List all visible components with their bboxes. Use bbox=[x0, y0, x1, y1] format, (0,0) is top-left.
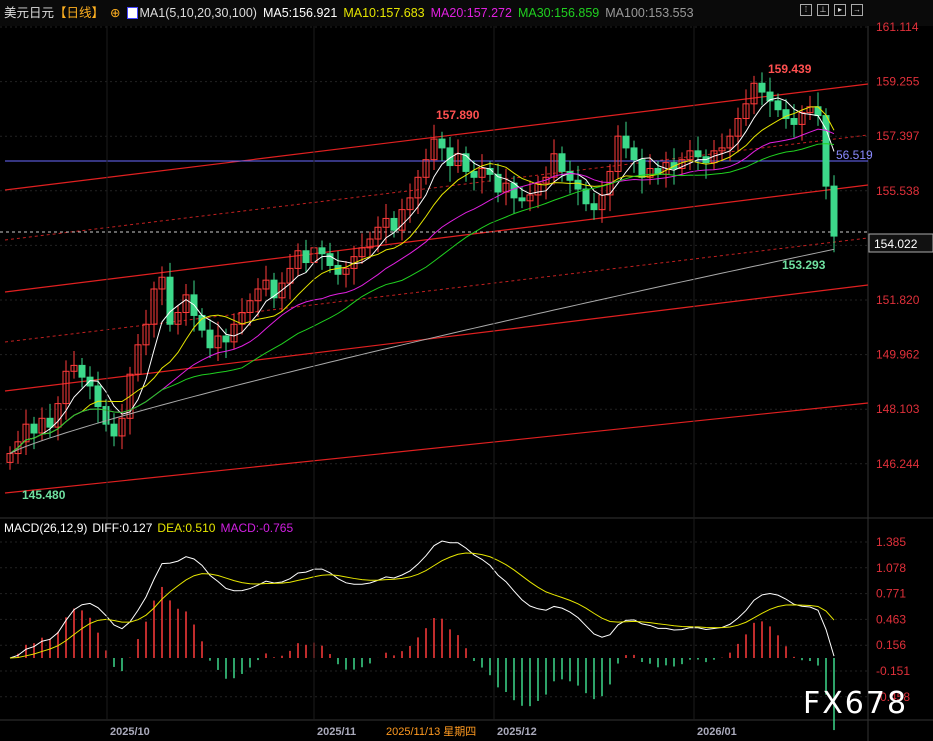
price-axis-label: 161.114 bbox=[876, 20, 919, 34]
candle-body bbox=[46, 417, 54, 428]
price-axis-label: 151.820 bbox=[876, 293, 920, 307]
candle-body bbox=[590, 203, 598, 211]
current-price-label: 154.022 bbox=[874, 237, 918, 251]
line-price-label: 56.519 bbox=[836, 148, 873, 162]
trend-line bbox=[4, 284, 869, 392]
candle-body bbox=[390, 217, 398, 231]
macd-value: MACD:-0.765 bbox=[220, 521, 294, 535]
price-axis-label: 146.244 bbox=[876, 457, 920, 471]
macd-legend: MACD(26,12,9) DIFF:0.127 DEA:0.510 MACD:-0.… bbox=[4, 521, 298, 535]
candle-body bbox=[206, 329, 214, 349]
ma10-line bbox=[9, 106, 835, 454]
candle-body bbox=[30, 423, 38, 434]
ma100-line bbox=[9, 248, 835, 455]
price-axis-label: 157.397 bbox=[876, 129, 920, 143]
candle-body bbox=[694, 150, 702, 158]
candle-body bbox=[582, 188, 590, 205]
price-axis-label: 148.103 bbox=[876, 402, 920, 416]
candle-body bbox=[334, 264, 342, 275]
price-axis-label: 149.962 bbox=[876, 348, 920, 362]
candle-body bbox=[758, 82, 766, 93]
candle-body bbox=[622, 135, 630, 149]
candle-body bbox=[518, 197, 526, 202]
macd-diff: DIFF:0.127 bbox=[92, 521, 153, 535]
candle-body bbox=[790, 118, 798, 125]
macd-axis-label: 1.385 bbox=[876, 535, 906, 549]
trend-line bbox=[4, 83, 869, 191]
candle-body bbox=[222, 335, 230, 343]
price-axis-label: 159.255 bbox=[876, 75, 920, 89]
watermark-logo: FX678 bbox=[803, 686, 909, 721]
trend-line-dotted bbox=[4, 237, 869, 343]
candle-body bbox=[438, 138, 446, 149]
candle-body bbox=[470, 170, 478, 178]
macd-axis-label: 1.078 bbox=[876, 561, 906, 575]
high-label: 159.439 bbox=[768, 62, 812, 76]
candle-body bbox=[774, 100, 782, 111]
dea-line bbox=[9, 552, 835, 659]
candle-body bbox=[830, 185, 838, 237]
macd-dea: DEA:0.510 bbox=[157, 521, 216, 535]
date-axis-label: 2025/10 bbox=[110, 726, 150, 738]
candle-body bbox=[302, 250, 310, 264]
high-label: 157.890 bbox=[436, 108, 480, 122]
candle-body bbox=[630, 147, 638, 161]
diff-line bbox=[9, 540, 835, 659]
candle-body bbox=[462, 153, 470, 172]
macd-axis-label: 0.156 bbox=[876, 638, 906, 652]
low-label: 145.480 bbox=[22, 488, 66, 502]
candle-body bbox=[318, 247, 326, 255]
trend-line bbox=[4, 402, 869, 494]
macd-axis-label: -0.151 bbox=[876, 664, 910, 678]
date-axis-label: 2025/11 bbox=[317, 726, 356, 738]
low-label: 153.293 bbox=[782, 258, 826, 272]
date-axis-label: 2025/11/13 星期四 bbox=[386, 725, 476, 738]
candle-body bbox=[110, 423, 118, 437]
macd-axis-label: 0.463 bbox=[876, 612, 906, 626]
date-axis-label: 2026/01 bbox=[697, 726, 737, 738]
price-axis-label: 155.538 bbox=[876, 184, 920, 198]
candle-body bbox=[814, 106, 822, 117]
candle-body bbox=[94, 385, 102, 408]
candle-body bbox=[166, 276, 174, 325]
candle-body bbox=[270, 279, 278, 299]
macd-axis-label: 0.771 bbox=[876, 587, 906, 601]
candle-body bbox=[574, 179, 582, 190]
macd-title: MACD(26,12,9) bbox=[4, 521, 88, 535]
candle-body bbox=[86, 376, 94, 387]
candle-body bbox=[326, 253, 334, 266]
candle-body bbox=[558, 153, 566, 172]
candlestick-chart[interactable]: 161.114159.255157.397155.538153.680151.8… bbox=[0, 0, 933, 741]
date-axis-label: 2025/12 bbox=[497, 726, 537, 738]
candle-body bbox=[78, 364, 86, 378]
